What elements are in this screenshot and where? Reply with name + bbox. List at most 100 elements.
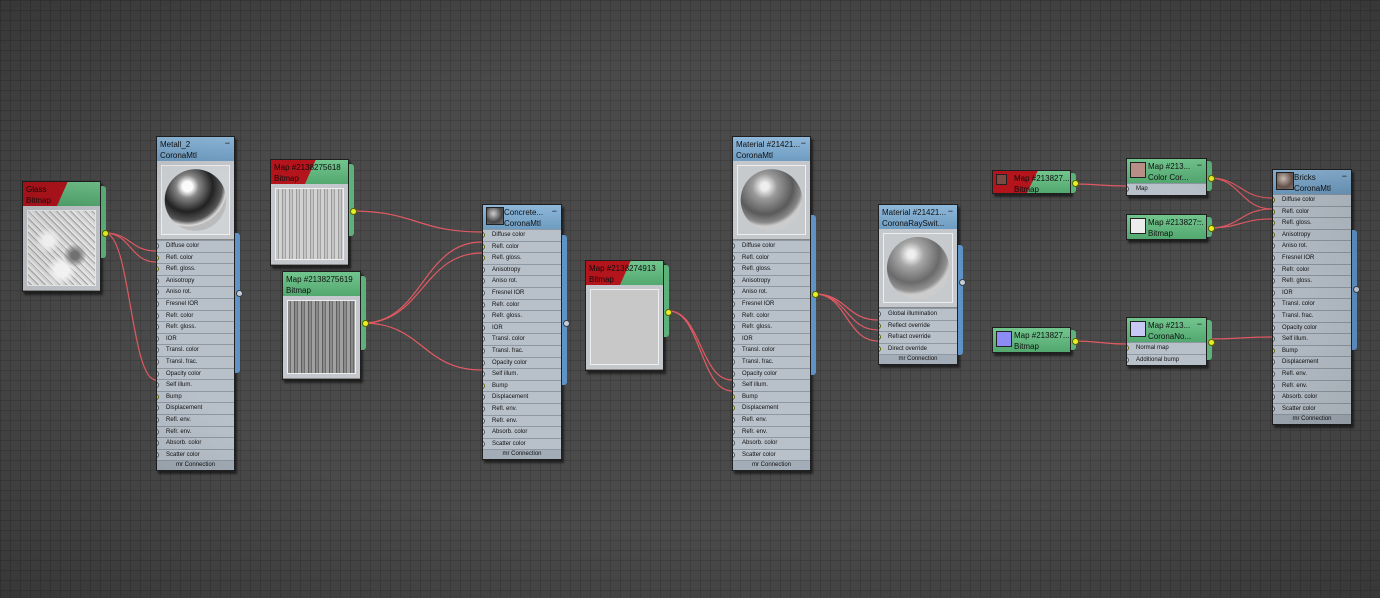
node-map-2138275618[interactable]: Map #2138275618 Bitmap: [270, 159, 357, 266]
node-header[interactable]: Material #21421... CoronaMtl −: [733, 137, 810, 161]
input-slot[interactable]: Scatter color: [733, 448, 810, 461]
node-metall-2[interactable]: Metall_2 CoronaMtl − Diffuse color Refl. …: [156, 136, 243, 472]
input-slot[interactable]: Displacement: [483, 391, 561, 403]
input-slot[interactable]: Refr. gloss.: [157, 321, 234, 333]
input-slot[interactable]: Diffuse color: [733, 240, 810, 252]
input-slot[interactable]: Opacity color: [157, 367, 234, 380]
mr-connection-footer[interactable]: mr Connection: [483, 449, 561, 460]
input-slot[interactable]: Reflect override: [879, 319, 957, 332]
connection-wire[interactable]: [1073, 340, 1127, 345]
node-header[interactable]: Map #213827... Bitmap: [993, 328, 1070, 352]
minimize-icon[interactable]: −: [1197, 319, 1202, 330]
input-slot[interactable]: Aniso rot.: [1273, 240, 1351, 252]
input-slot[interactable]: Refl. gloss.: [483, 252, 561, 264]
connection-wire[interactable]: [1208, 208, 1273, 229]
minimize-icon[interactable]: −: [225, 138, 230, 149]
connection-wire[interactable]: [668, 310, 733, 392]
node-header[interactable]: Metall_2 CoronaMtl −: [157, 137, 234, 161]
input-slot[interactable]: Refl. env.: [1273, 367, 1351, 380]
input-slot[interactable]: Absorb. color: [1273, 391, 1351, 403]
input-slot[interactable]: Refl. color: [157, 251, 234, 264]
input-slot[interactable]: Refl. env.: [483, 402, 561, 415]
input-slot[interactable]: Displacement: [733, 402, 810, 414]
input-slot[interactable]: Refr. env.: [733, 425, 810, 438]
node-editor-canvas[interactable]: Glass Bitmap Metall_2 CoronaMtl − Diffus…: [0, 0, 1380, 598]
connection-wire[interactable]: [104, 232, 157, 381]
connection-wire[interactable]: [1073, 183, 1127, 187]
input-slot[interactable]: Scatter color: [157, 448, 234, 461]
input-slot[interactable]: Refr. color: [483, 298, 561, 311]
connection-wire[interactable]: [362, 241, 483, 324]
input-slot[interactable]: Map: [1127, 183, 1206, 195]
input-slot[interactable]: Diffuse color: [1273, 194, 1351, 206]
input-slot[interactable]: Refl. gloss.: [157, 263, 234, 275]
node-header[interactable]: Map #2138275619 Bitmap: [283, 272, 360, 296]
node-header[interactable]: Map #213... CoronaNo... −: [1127, 318, 1206, 342]
node-material-a[interactable]: Material #21421... CoronaMtl − Diffuse c…: [732, 136, 819, 472]
input-slot[interactable]: Refr. env.: [157, 425, 234, 438]
input-slot[interactable]: Aniso rot.: [157, 286, 234, 298]
node-concrete[interactable]: Concrete... CoronaMtl − Diffuse color Ref…: [482, 204, 570, 461]
connection-wire[interactable]: [814, 293, 879, 342]
input-slot[interactable]: Absorb. color: [157, 437, 234, 449]
input-slot[interactable]: Transl. color: [483, 333, 561, 345]
connection-wire[interactable]: [814, 293, 879, 321]
input-slot[interactable]: Direct override: [879, 342, 957, 355]
input-slot[interactable]: Bump: [483, 379, 561, 392]
input-slot[interactable]: Aniso rot.: [483, 275, 561, 287]
input-slot[interactable]: Absorb. color: [733, 437, 810, 449]
input-slot[interactable]: Bump: [157, 390, 234, 403]
node-glass-bitmap[interactable]: Glass Bitmap: [22, 181, 109, 292]
mr-connection-footer[interactable]: mr Connection: [1273, 414, 1351, 425]
input-slot[interactable]: Transl. frac.: [1273, 309, 1351, 322]
input-slot[interactable]: Self illum.: [157, 379, 234, 391]
input-slot[interactable]: Refl. gloss.: [1273, 217, 1351, 229]
input-slot[interactable]: Absorb. color: [483, 426, 561, 438]
input-slot[interactable]: Bump: [733, 390, 810, 403]
input-slot[interactable]: Refr. env.: [483, 414, 561, 427]
node-header[interactable]: Glass Bitmap: [23, 182, 100, 206]
input-slot[interactable]: Anisotropy: [483, 263, 561, 276]
input-slot[interactable]: Transl. frac.: [483, 344, 561, 357]
connection-wire[interactable]: [362, 252, 483, 324]
node-header[interactable]: Material #21421... CoronaRaySwit... −: [879, 205, 957, 229]
connection-wire[interactable]: [814, 293, 879, 331]
node-header[interactable]: Map #213... Color Cor... −: [1127, 159, 1206, 183]
minimize-icon[interactable]: −: [1197, 160, 1202, 171]
connection-wire[interactable]: [1208, 336, 1273, 340]
input-slot[interactable]: Transl. frac.: [733, 355, 810, 368]
node-header[interactable]: Bricks CoronaMtl −: [1273, 170, 1351, 194]
input-slot[interactable]: Fresnel IOR: [483, 286, 561, 299]
input-slot[interactable]: Refract override: [879, 331, 957, 343]
input-slot[interactable]: Refr. gloss.: [483, 310, 561, 322]
input-slot[interactable]: Additional bump: [1127, 353, 1206, 366]
input-slot[interactable]: Transl. color: [157, 344, 234, 356]
input-slot[interactable]: Displacement: [157, 402, 234, 414]
input-slot[interactable]: Global illumination: [879, 308, 957, 320]
connection-wire[interactable]: [668, 310, 733, 381]
input-slot[interactable]: Refl. color: [1273, 205, 1351, 218]
input-slot[interactable]: Refr. env.: [1273, 379, 1351, 392]
node-header[interactable]: Concrete... CoronaMtl −: [483, 205, 561, 229]
input-slot[interactable]: IOR: [483, 321, 561, 334]
input-slot[interactable]: Diffuse color: [483, 229, 561, 241]
node-material-b-rayswitch[interactable]: Material #21421... CoronaRaySwit... − Gl…: [878, 204, 966, 366]
input-slot[interactable]: Refl. color: [733, 251, 810, 264]
input-slot[interactable]: Refr. color: [1273, 263, 1351, 276]
minimize-icon[interactable]: −: [552, 206, 557, 217]
input-slot[interactable]: IOR: [733, 332, 810, 345]
input-slot[interactable]: Fresnel IOR: [1273, 251, 1351, 264]
node-corona-normal[interactable]: Map #213... CoronaNo... − Normal map Addi…: [1126, 317, 1215, 367]
minimize-icon[interactable]: −: [1342, 171, 1347, 182]
input-slot[interactable]: Opacity color: [733, 367, 810, 380]
input-slot[interactable]: Refl. color: [483, 240, 561, 253]
mr-connection-footer[interactable]: mr Connection: [733, 460, 810, 471]
input-slot[interactable]: Opacity color: [483, 356, 561, 369]
input-slot[interactable]: Displacement: [1273, 356, 1351, 368]
connection-wire[interactable]: [1208, 177, 1273, 199]
connection-wire[interactable]: [1208, 218, 1273, 229]
input-slot[interactable]: Anisotropy: [157, 274, 234, 287]
input-slot[interactable]: Opacity color: [1273, 321, 1351, 334]
node-map-red-bitmap[interactable]: Map #213827... Bitmap: [992, 170, 1079, 194]
node-bricks[interactable]: Bricks CoronaMtl − Diffuse color Refl. co…: [1272, 169, 1360, 426]
